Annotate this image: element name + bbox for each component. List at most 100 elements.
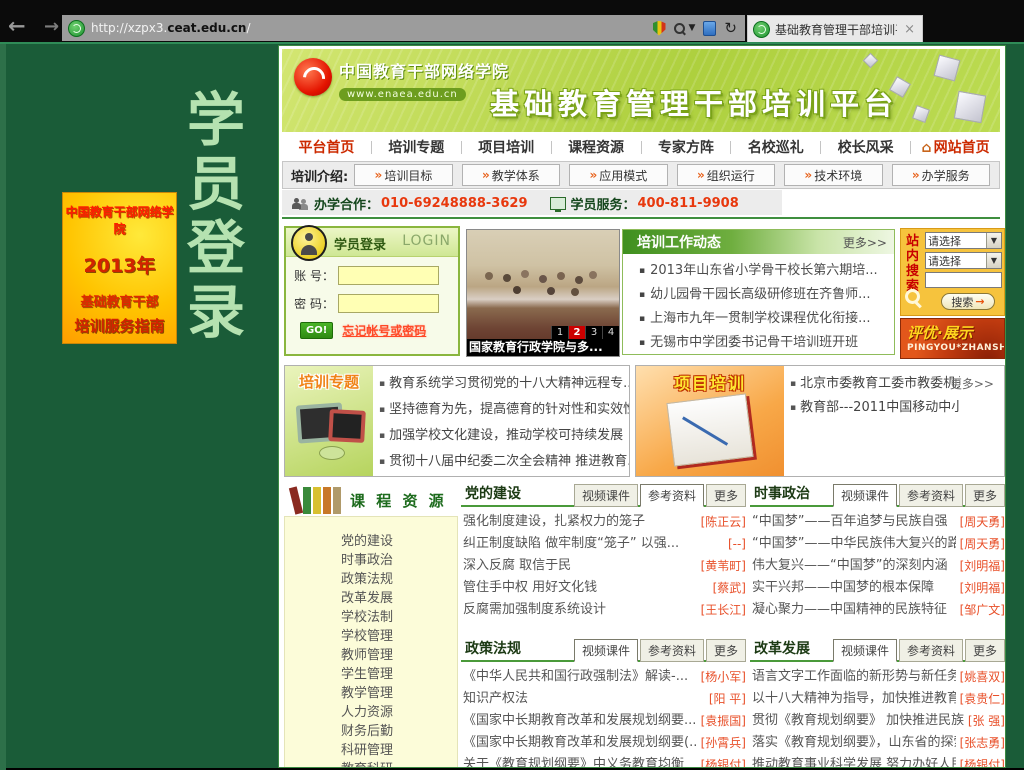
nav-principal-style[interactable]: 校长风采 — [821, 137, 910, 157]
refresh-icon[interactable]: ↻ — [724, 20, 737, 36]
menu-student-management[interactable]: 学生管理 — [285, 665, 457, 684]
tab-close-icon[interactable]: × — [897, 22, 922, 37]
menu-reform-development[interactable]: 改革发展 — [285, 589, 457, 608]
login-go-button[interactable]: GO! — [300, 322, 334, 339]
intro-button-service[interactable]: » 办学服务 — [891, 164, 991, 186]
topic-item[interactable]: 坚持德育为先，提高德育的针对性和实效性 — [379, 397, 629, 423]
tab-video-courseware[interactable]: 视频课件 — [832, 639, 897, 662]
tab-more[interactable]: 更多 — [964, 484, 1005, 507]
forgot-password-link[interactable]: 忘记帐号或密码 — [342, 322, 426, 339]
course-link[interactable]: 伟大复兴——“中国梦”的深刻内涵 — [750, 555, 956, 577]
nav-platform-home[interactable]: 平台首页 — [282, 137, 371, 157]
news-item[interactable]: 幼儿园骨干园长高级研修班在齐鲁师... — [623, 283, 894, 307]
url-text[interactable]: http://xzpx3.ceat.edu.cn/ — [91, 21, 251, 35]
carousel-page-3[interactable]: 3 — [585, 326, 602, 339]
account-input[interactable] — [338, 266, 439, 285]
course-link[interactable]: 管住手中权 用好文化钱 — [461, 577, 709, 599]
menu-finance-logistics[interactable]: 财务后勤 — [285, 722, 457, 741]
tab-more[interactable]: 更多 — [705, 484, 746, 507]
nav-website-home[interactable]: ⌂ 网站首页 — [911, 137, 1000, 157]
tab-video-courseware[interactable]: 视频课件 — [573, 484, 638, 507]
course-link[interactable]: “中国梦”——百年追梦与民族自强 — [750, 511, 956, 533]
browser-tab[interactable]: 基础教育管理干部培训平台 × — [747, 15, 923, 42]
nav-training-topics[interactable]: 培训专题 — [372, 137, 461, 157]
topics-graphic[interactable]: 培训专题 — [285, 366, 373, 476]
news-carousel[interactable]: 1 2 3 4 国家教育行政学院与多... — [466, 229, 620, 357]
intro-button-goals[interactable]: » 培训目标 — [354, 164, 453, 186]
intro-button-system[interactable]: » 教学体系 — [461, 164, 561, 186]
news-item[interactable]: 2013年山东省小学骨干校长第六期培... — [623, 259, 894, 283]
tab-reference-material[interactable]: 参考资料 — [639, 639, 704, 662]
projects-graphic[interactable]: 项目培训 — [636, 366, 784, 476]
nav-course-resources[interactable]: 课程资源 — [552, 137, 641, 157]
menu-school-law[interactable]: 学校法制 — [285, 608, 457, 627]
nav-project-training[interactable]: 项目培训 — [462, 137, 551, 157]
news-item[interactable]: 上海市九年一贯制学校课程优化衔接... — [623, 307, 894, 331]
menu-teacher-management[interactable]: 教师管理 — [285, 646, 457, 665]
search-dropdown-icon[interactable]: ▼ — [689, 23, 696, 33]
topic-item[interactable]: 贯彻十八届中纪委二次全会精神 推进教育... — [379, 449, 629, 475]
menu-teaching-management[interactable]: 教学管理 — [285, 684, 457, 703]
menu-school-management[interactable]: 学校管理 — [285, 627, 457, 646]
project-item[interactable]: 教育部---2011中国移动中小学校长培... — [790, 396, 960, 420]
tab-video-courseware[interactable]: 视频课件 — [832, 484, 897, 507]
pingyou-zhanshi-banner[interactable]: 评优·展示 PINGYOU*ZHANSHI — [900, 318, 1005, 359]
course-link[interactable]: 关于《教育规划纲要》中义务教育均衡 — [461, 754, 697, 767]
address-bar[interactable]: http://xzpx3.ceat.edu.cn/ ▼ ↻ — [62, 15, 745, 41]
search-category-select[interactable]: 请选择 ▼ — [925, 232, 1002, 249]
news-item[interactable]: 无锡市中学团委书记骨干培训班开班 — [623, 331, 894, 355]
course-link[interactable]: 《国家中长期教育改革和发展规划纲要(... — [461, 732, 697, 754]
course-link[interactable]: “中国梦”——中华民族伟大复兴的路... — [750, 533, 956, 555]
news-more-link[interactable]: 更多>> — [843, 234, 894, 251]
menu-policy-regulations[interactable]: 政策法规 — [285, 570, 457, 589]
nav-famous-schools[interactable]: 名校巡礼 — [731, 137, 820, 157]
menu-current-affairs[interactable]: 时事政治 — [285, 551, 457, 570]
site-logo[interactable]: 中国教育干部网络学院 www.enaea.edu.cn — [294, 58, 509, 101]
course-link[interactable]: 《国家中长期教育改革和发展规划纲要... — [461, 710, 697, 732]
intro-button-tech[interactable]: » 技术环境 — [784, 164, 883, 186]
menu-research-management[interactable]: 科研管理 — [285, 741, 457, 760]
project-item[interactable]: 北京市委教育工委市教委机关干部和... — [790, 372, 960, 396]
compatibility-icon[interactable] — [703, 20, 717, 36]
topic-item[interactable]: 加强学校文化建设，推动学校可持续发展 — [379, 423, 629, 449]
course-link[interactable]: 凝心聚力——中国精神的民族特征 — [750, 599, 956, 621]
search-icon[interactable] — [673, 22, 686, 35]
menu-party-building[interactable]: 党的建设 — [285, 532, 457, 551]
search-subcategory-select[interactable]: 请选择 ▼ — [925, 252, 1002, 269]
select-dropdown-icon[interactable]: ▼ — [986, 253, 1001, 268]
tab-reference-material[interactable]: 参考资料 — [898, 484, 963, 507]
tab-reference-material[interactable]: 参考资料 — [898, 639, 963, 662]
course-link[interactable]: 实干兴邦——中国梦的根本保障 — [750, 577, 956, 599]
search-button[interactable]: 搜索 → — [941, 293, 995, 310]
course-link[interactable]: 纠正制度缺陷 做牢制度“笼子” 以强... — [461, 533, 724, 555]
course-link[interactable]: 以十八大精神为指导，加快推进教育规... — [750, 688, 956, 710]
security-shield-icon[interactable] — [652, 20, 666, 36]
tab-video-courseware[interactable]: 视频课件 — [573, 639, 638, 662]
tab-more[interactable]: 更多 — [705, 639, 746, 662]
nav-experts[interactable]: 专家方阵 — [642, 137, 731, 157]
course-link[interactable]: 贯彻《教育规划纲要》 加快推进民族教... — [750, 710, 964, 732]
intro-button-operation[interactable]: » 组织运行 — [676, 164, 776, 186]
course-link[interactable]: 落实《教育规划纲要》，山东省的探索... — [750, 732, 956, 754]
menu-human-resources[interactable]: 人力资源 — [285, 703, 457, 722]
menu-education-research[interactable]: 教育科研 — [285, 760, 457, 767]
course-link[interactable]: 强化制度建设，扎紧权力的笼子 — [461, 511, 697, 533]
course-link[interactable]: 推动教育事业科学发展 努力办好人民满 — [750, 754, 956, 767]
carousel-page-1[interactable]: 1 — [551, 326, 568, 339]
password-input[interactable] — [338, 294, 439, 313]
projects-more-link[interactable]: 更多>> — [950, 375, 994, 392]
topic-item[interactable]: 教育系统学习贯彻党的十八大精神远程专...更多>> — [379, 370, 629, 397]
back-icon[interactable]: ← — [8, 14, 26, 38]
intro-button-mode[interactable]: » 应用模式 — [569, 164, 668, 186]
tab-reference-material[interactable]: 参考资料 — [639, 484, 704, 507]
search-input[interactable] — [925, 272, 1002, 288]
carousel-page-2[interactable]: 2 — [568, 326, 585, 339]
service-guide-badge[interactable]: 中国教育干部网络学院 2013年 基础教育干部 培训服务指南 — [63, 193, 176, 343]
course-link[interactable]: 《中华人民共和国行政强制法》解读-... — [461, 666, 697, 688]
tab-more[interactable]: 更多 — [964, 639, 1005, 662]
carousel-page-4[interactable]: 4 — [602, 326, 619, 339]
course-link[interactable]: 深入反腐 取信于民 — [461, 555, 697, 577]
course-link[interactable]: 知识产权法 — [461, 688, 705, 710]
course-link[interactable]: 语言文字工作面临的新形势与新任务 — [750, 666, 956, 688]
forward-icon[interactable]: → — [44, 16, 59, 37]
